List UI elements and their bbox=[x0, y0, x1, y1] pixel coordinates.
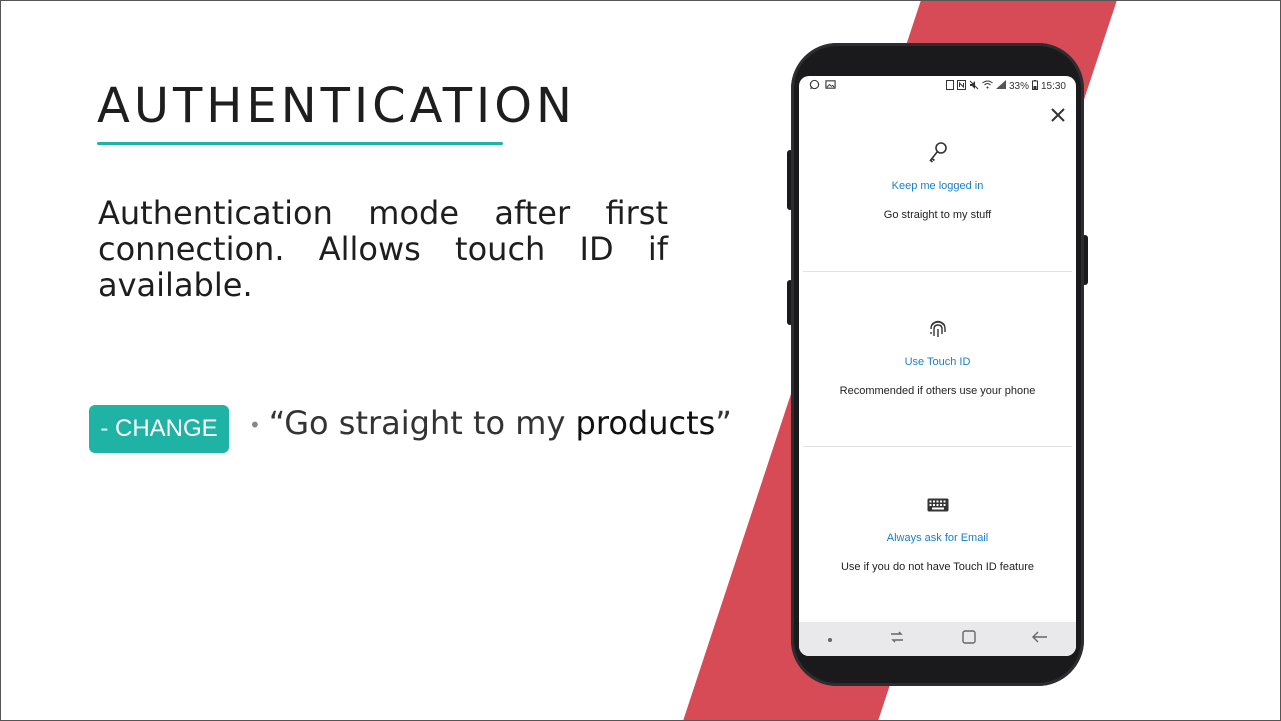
option-subtitle: Recommended if others use your phone bbox=[839, 385, 1036, 397]
option-subtitle: Go straight to my stuff bbox=[883, 209, 992, 221]
keyboard-icon bbox=[799, 490, 1076, 520]
bullet-change-note: • “Go straight to my products” bbox=[249, 404, 732, 442]
battery-icon bbox=[1031, 79, 1038, 93]
option-touch-id[interactable]: Use Touch ID Recommended if others use y… bbox=[799, 314, 1076, 397]
change-button[interactable]: - CHANGE bbox=[89, 405, 229, 453]
option-title: Keep me logged in bbox=[891, 180, 984, 192]
battery-percent: 33% bbox=[1008, 80, 1029, 92]
image-icon bbox=[825, 79, 836, 93]
nfc-icon bbox=[956, 79, 966, 93]
title-underline bbox=[97, 142, 503, 145]
signal-icon bbox=[995, 80, 1006, 92]
mute-icon bbox=[969, 80, 979, 93]
key-icon bbox=[799, 138, 1076, 168]
option-divider bbox=[803, 271, 1072, 272]
phone-screen: 33% 15:30 Keep me logged in Go straight … bbox=[799, 76, 1076, 656]
option-keep-logged-in[interactable]: Keep me logged in Go straight to my stuf… bbox=[799, 138, 1076, 221]
bullet-suffix: ” bbox=[715, 404, 732, 442]
home-icon[interactable] bbox=[961, 629, 976, 649]
dot-icon bbox=[827, 630, 833, 648]
whatsapp-icon bbox=[809, 79, 820, 93]
wifi-icon bbox=[982, 80, 993, 92]
option-subtitle: Use if you do not have Touch ID feature bbox=[840, 561, 1035, 573]
option-title: Always ask for Email bbox=[886, 532, 989, 544]
sim-icon bbox=[945, 79, 954, 93]
status-bar: 33% 15:30 bbox=[799, 76, 1076, 96]
android-nav-bar bbox=[799, 622, 1076, 656]
description-text: Authentication mode after first connecti… bbox=[98, 194, 668, 304]
bullet-bold-word: products bbox=[575, 404, 716, 442]
bullet-dot: • bbox=[249, 413, 261, 437]
option-divider bbox=[803, 446, 1072, 447]
bullet-prefix: “Go straight to my bbox=[268, 404, 576, 442]
back-icon[interactable] bbox=[1031, 630, 1048, 648]
recent-apps-icon[interactable] bbox=[889, 630, 905, 649]
clock-time: 15:30 bbox=[1040, 80, 1066, 92]
option-title: Use Touch ID bbox=[904, 356, 971, 368]
close-icon[interactable] bbox=[1050, 106, 1066, 126]
option-always-ask-email[interactable]: Always ask for Email Use if you do not h… bbox=[799, 490, 1076, 573]
page-title: AUTHENTICATION bbox=[97, 78, 576, 134]
fingerprint-icon bbox=[799, 314, 1076, 344]
